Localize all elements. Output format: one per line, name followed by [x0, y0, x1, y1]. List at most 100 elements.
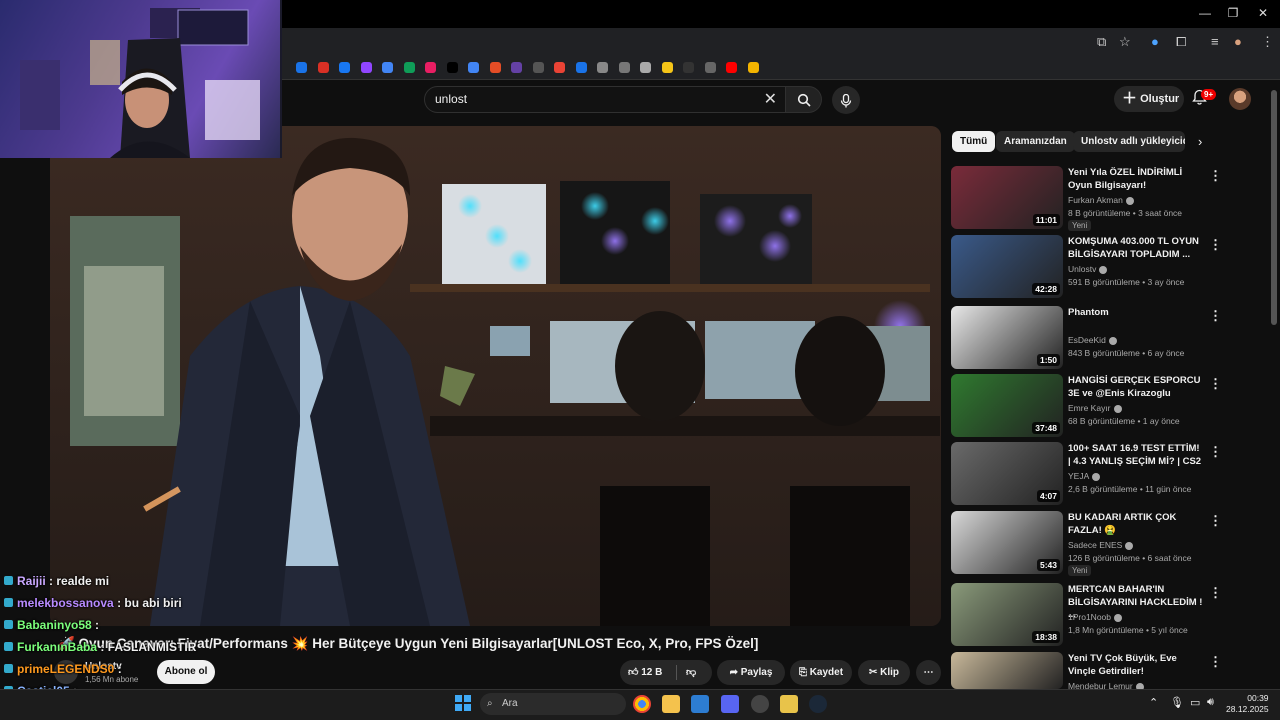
chevron-right-icon[interactable]: ›	[1198, 134, 1202, 149]
recommendation-item[interactable]: 5:43 BU KADARI ARTIK ÇOK FAZLA! 🤮 Sadece…	[951, 511, 1261, 576]
chip-uploader[interactable]: Unlostv adlı yükleyiciden	[1073, 131, 1185, 152]
more-vert-icon[interactable]: ⋮	[1209, 308, 1222, 324]
avatar[interactable]	[1229, 88, 1251, 110]
clip-button[interactable]: ✂ Klip	[858, 660, 910, 685]
more-vert-icon[interactable]: ⋮	[1209, 237, 1222, 253]
minimize-icon[interactable]: —	[1198, 6, 1212, 20]
bookmark-icon[interactable]	[468, 62, 479, 73]
voice-search-button[interactable]	[832, 86, 860, 114]
profile-icon[interactable]: ●	[1234, 34, 1242, 49]
chevron-up-icon[interactable]: ⌃	[1149, 696, 1158, 709]
channel-name[interactable]: Furkan Akman	[1068, 195, 1134, 205]
bookmark-icon[interactable]	[661, 62, 673, 73]
video-thumbnail[interactable]: 37:48	[951, 374, 1063, 437]
obs-icon[interactable]	[751, 695, 769, 713]
photos-icon[interactable]	[691, 695, 709, 713]
video-thumbnail[interactable]	[951, 652, 1063, 689]
share-button[interactable]: ➦ Paylaş	[717, 660, 785, 685]
more-vert-icon[interactable]: ⋮	[1209, 585, 1222, 601]
extension-icon[interactable]: ●	[1151, 34, 1159, 49]
cast-icon[interactable]: ⧉	[1097, 34, 1106, 50]
bookmark-icon[interactable]	[640, 62, 651, 73]
more-vert-icon[interactable]: ⋮	[1209, 654, 1222, 670]
close-window-icon[interactable]: ✕	[1256, 6, 1270, 20]
channel-name[interactable]: 1Pro1Noob	[1068, 612, 1123, 622]
search-button[interactable]	[786, 86, 822, 113]
video-title[interactable]: Yeni TV Çok Büyük, Eve Vinçle Getirdiler…	[1068, 653, 1204, 678]
more-vert-icon[interactable]: ⋮	[1209, 376, 1222, 392]
steam-icon[interactable]	[809, 695, 827, 713]
bookmark-icon[interactable]	[296, 62, 307, 73]
volume-icon[interactable]: 🔊︎	[1207, 696, 1214, 709]
bookmark-icon[interactable]	[575, 62, 587, 73]
bookmark-icon[interactable]	[704, 62, 716, 73]
bookmark-icon[interactable]	[683, 62, 694, 73]
channel-name[interactable]: EsDeeKid	[1068, 335, 1117, 345]
create-button[interactable]: ＋ Oluştur	[1114, 86, 1184, 112]
bookmark-icon[interactable]	[425, 62, 436, 73]
file-explorer-icon[interactable]	[662, 695, 680, 713]
more-actions-button[interactable]: ⋯	[916, 660, 941, 685]
close-icon[interactable]: ✕	[764, 89, 777, 109]
bookmark-icon[interactable]	[554, 62, 565, 73]
video-thumbnail[interactable]: 5:43	[951, 511, 1063, 574]
bookmark-icon[interactable]	[317, 62, 329, 73]
channel-name[interactable]: Emre Kayır	[1068, 403, 1122, 413]
bookmark-icon[interactable]	[382, 62, 393, 73]
bookmark-icon[interactable]	[403, 62, 415, 73]
search-input[interactable]	[435, 92, 735, 106]
chrome-icon[interactable]	[633, 695, 651, 713]
channel-name[interactable]: Unlostv	[1068, 264, 1108, 274]
bookmark-icon[interactable]	[511, 62, 522, 73]
more-menu-icon[interactable]: ⋮	[1261, 34, 1274, 50]
thumbs-down-icon[interactable]: 👎︎	[686, 660, 696, 685]
video-thumbnail[interactable]: 1:50	[951, 306, 1063, 369]
recommendation-item[interactable]: 37:48 HANGİSİ GERÇEK ESPORCU 3E ve @Enis…	[951, 374, 1261, 438]
bookmark-icon[interactable]	[489, 62, 501, 73]
search-box[interactable]: ✕	[424, 86, 786, 113]
more-vert-icon[interactable]: ⋮	[1209, 513, 1222, 529]
bookmark-icon[interactable]	[597, 62, 608, 73]
notes-icon[interactable]	[780, 695, 798, 713]
video-thumbnail[interactable]: 18:38	[951, 583, 1063, 646]
recommendation-item[interactable]: 42:28 KOMŞUMA 403.000 TL OYUN BİLGİSAYAR…	[951, 235, 1261, 299]
channel-name[interactable]: YEJA	[1068, 471, 1101, 481]
bookmark-icon[interactable]	[726, 62, 737, 73]
video-title[interactable]: Phantom	[1068, 307, 1204, 320]
video-player[interactable]	[50, 126, 941, 626]
bookmark-icon[interactable]	[532, 62, 544, 73]
taskbar-search[interactable]: ⌕ Ara	[480, 693, 626, 715]
recommendation-item[interactable]: 18:38 MERTCAN BAHAR'IN BİLGİSAYARINI HAC…	[951, 583, 1261, 647]
network-icon[interactable]: ▭	[1190, 696, 1200, 709]
video-title[interactable]: KOMŞUMA 403.000 TL OYUN BİLGİSAYARI TOPL…	[1068, 236, 1204, 261]
chip-all[interactable]: Tümü	[952, 131, 996, 152]
video-title[interactable]: 100+ SAAT 16.9 TEST ETTİM! | 4.3 YANLIŞ …	[1068, 443, 1204, 468]
microphone-tray-icon[interactable]: 🎙︎	[1170, 696, 1184, 709]
bookmark-icon[interactable]	[446, 62, 458, 73]
more-vert-icon[interactable]: ⋮	[1209, 168, 1222, 184]
start-icon[interactable]	[455, 695, 471, 711]
video-title[interactable]: Yeni Yıla ÖZEL İNDİRİMLİ Oyun Bilgisayar…	[1068, 167, 1204, 192]
bookmark-star-icon[interactable]: ☆	[1119, 34, 1131, 50]
video-title[interactable]: BU KADARI ARTIK ÇOK FAZLA! 🤮	[1068, 512, 1204, 537]
bookmark-icon[interactable]	[747, 62, 759, 73]
more-vert-icon[interactable]: ⋮	[1209, 444, 1222, 460]
recommendation-item[interactable]: 4:07 100+ SAAT 16.9 TEST ETTİM! | 4.3 YA…	[951, 442, 1261, 506]
channel-name[interactable]: Sadece ENES	[1068, 540, 1134, 550]
video-thumbnail[interactable]: 11:01	[951, 166, 1063, 229]
extensions-puzzle-icon[interactable]: ⧠	[1176, 34, 1186, 50]
page-scrollbar[interactable]	[1271, 90, 1277, 325]
recommendation-item[interactable]: 1:50 Phantom EsDeeKid 843 B görüntüleme …	[951, 306, 1261, 370]
system-clock[interactable]: 00:39 28.12.2025	[1226, 693, 1269, 715]
reading-list-icon[interactable]: ≡	[1211, 34, 1219, 49]
video-title[interactable]: HANGİSİ GERÇEK ESPORCU 3E ve @Enis Kiraz…	[1068, 375, 1204, 400]
like-button[interactable]: 👍︎ 12 B	[628, 667, 662, 678]
recommendation-item[interactable]: 11:01 Yeni Yıla ÖZEL İNDİRİMLİ Oyun Bilg…	[951, 166, 1261, 231]
maximize-icon[interactable]: ❐	[1226, 6, 1240, 20]
video-thumbnail[interactable]: 42:28	[951, 235, 1063, 298]
discord-icon[interactable]	[721, 695, 739, 713]
bookmark-icon[interactable]	[618, 62, 630, 73]
bookmark-icon[interactable]	[339, 62, 350, 73]
video-thumbnail[interactable]: 4:07	[951, 442, 1063, 505]
chip-from-search[interactable]: Aramanızdan	[996, 131, 1075, 152]
